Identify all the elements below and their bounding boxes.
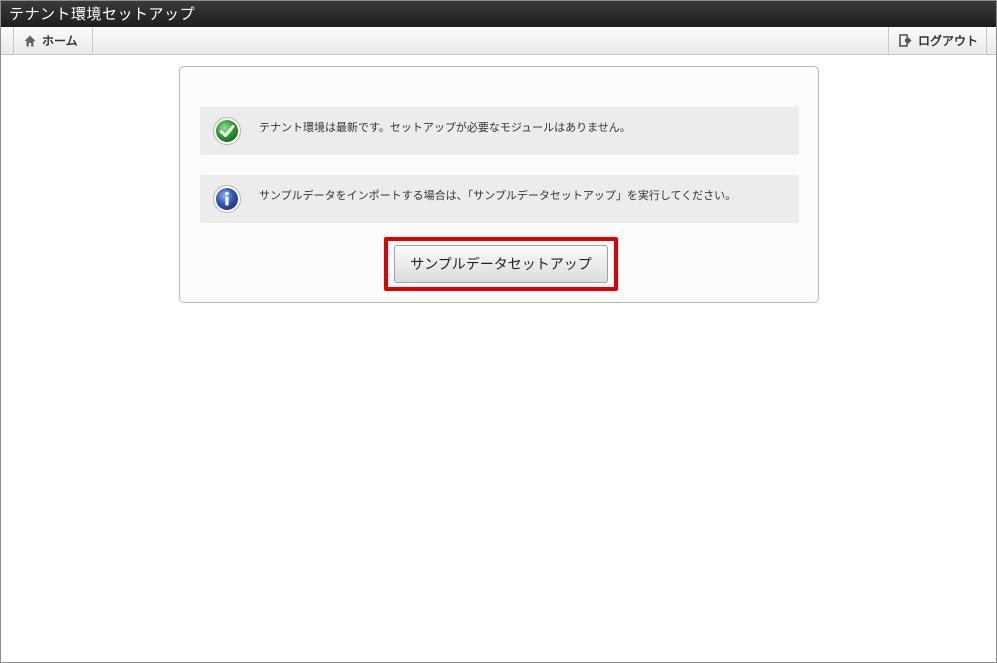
highlight-box: サンプルデータセットアップ (384, 237, 618, 291)
window-title: テナント環境セットアップ (1, 1, 996, 27)
sample-data-setup-button[interactable]: サンプルデータセットアップ (394, 245, 608, 283)
home-label: ホーム (42, 34, 78, 48)
nav-bar: ホーム ログアウト (1, 27, 996, 55)
info-message: サンプルデータをインポートする場合は、「サンプルデータセットアップ」を実行してく… (200, 175, 799, 223)
logout-icon (899, 34, 912, 47)
success-message-text: テナント環境は最新です。セットアップが必要なモジュールはありません。 (259, 121, 631, 134)
logout-label: ログアウト (918, 34, 979, 48)
info-message-text: サンプルデータをインポートする場合は、「サンプルデータセットアップ」を実行してく… (259, 189, 737, 202)
home-button[interactable]: ホーム (13, 27, 93, 54)
app-window: テナント環境セットアップ ホーム ログアウト テナント環境は最新です。セットアッ… (0, 0, 997, 663)
home-icon (24, 35, 36, 46)
setup-panel: テナント環境は最新です。セットアップが必要なモジュールはありません。 サンプルデ… (179, 66, 819, 303)
check-icon (213, 117, 241, 145)
logout-button[interactable]: ログアウト (888, 27, 987, 54)
success-message: テナント環境は最新です。セットアップが必要なモジュールはありません。 (200, 107, 799, 155)
info-icon (213, 185, 241, 213)
